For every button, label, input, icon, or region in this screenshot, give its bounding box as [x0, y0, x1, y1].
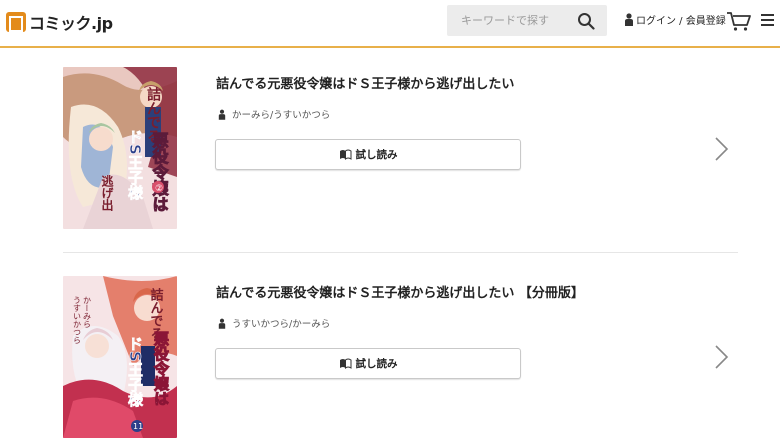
svg-text:11: 11 [133, 422, 143, 431]
login-label: ログイン / 会員登録 [636, 16, 726, 27]
svg-text:うすいかつら: うすいかつら [73, 296, 82, 344]
book-title[interactable]: 詰んでる元悪役令嬢はドＳ王子様から逃げ出したい [216, 73, 514, 92]
search-box [447, 5, 607, 36]
author-names[interactable]: うすいかつら/かーみら [232, 316, 330, 330]
login-link[interactable]: ログイン / 会員登録 [624, 12, 726, 27]
author-names[interactable]: かーみら/うすいかつら [232, 107, 330, 121]
search-input[interactable] [461, 14, 573, 27]
book-icon [339, 358, 351, 369]
cart-icon[interactable] [726, 10, 752, 32]
book-author: うすいかつら/かーみら [218, 316, 330, 330]
menu-icon[interactable] [761, 14, 774, 26]
person-icon [218, 109, 226, 120]
item-divider [63, 252, 738, 253]
book-icon [339, 149, 351, 160]
comic-jp-logo-icon [6, 12, 26, 32]
svg-text:②: ② [155, 184, 163, 194]
book-list-item: 詰んでる 悪役令嬢は ドS王子様 逃げ出 ② 詰んでる元悪役令嬢はドＳ王子様から… [0, 50, 780, 252]
svg-text:ドS王子様: ドS王子様 [126, 129, 144, 201]
svg-text:悪役令嬢は: 悪役令嬢は [150, 132, 170, 212]
chevron-right-icon[interactable] [713, 136, 729, 162]
svg-text:逃げ出: 逃げ出 [100, 174, 114, 212]
trial-read-button[interactable]: 試し読み [215, 139, 521, 170]
search-icon[interactable] [577, 12, 595, 30]
trial-read-label: 試し読み [355, 358, 398, 370]
trial-read-label: 試し読み [355, 149, 398, 161]
svg-text:かーみら: かーみら [83, 296, 92, 328]
book-cover[interactable]: 詰んでる 悪役令嬢は ドS王子様 うすいかつら かーみら 11 [63, 276, 177, 438]
book-title[interactable]: 詰んでる元悪役令嬢はドＳ王子様から逃げ出したい 【分冊版】 [216, 282, 584, 301]
book-cover[interactable]: 詰んでる 悪役令嬢は ドS王子様 逃げ出 ② [63, 67, 177, 229]
svg-text:悪役令嬢は: 悪役令嬢は [152, 331, 170, 406]
chevron-right-icon[interactable] [713, 344, 729, 370]
book-cover-illustration: 詰んでる 悪役令嬢は ドS王子様 うすいかつら かーみら 11 [63, 276, 177, 438]
book-cover-illustration: 詰んでる 悪役令嬢は ドS王子様 逃げ出 ② [63, 67, 177, 229]
book-list-item: 詰んでる 悪役令嬢は ドS王子様 うすいかつら かーみら 11 詰んでる元悪役令… [0, 254, 780, 448]
site-logo[interactable]: コミック.jp [6, 11, 113, 33]
trial-read-button[interactable]: 試し読み [215, 348, 521, 379]
logo-text: コミック.jp [29, 14, 113, 33]
person-icon [218, 318, 226, 329]
book-author: かーみら/うすいかつら [218, 107, 330, 121]
svg-text:ドS王子様: ドS王子様 [126, 336, 144, 408]
person-icon [625, 13, 633, 26]
site-header: コミック.jp ログイン / 会員登録 [0, 0, 780, 48]
